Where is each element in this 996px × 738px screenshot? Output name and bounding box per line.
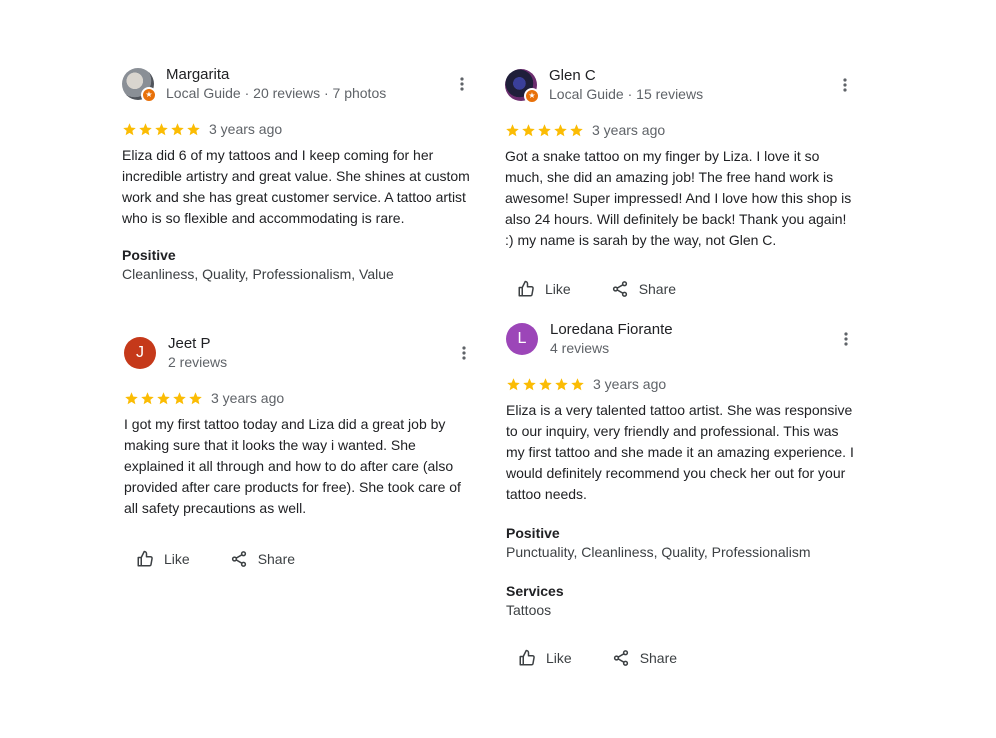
more-options-icon[interactable] <box>454 343 474 363</box>
local-guide-badge-icon: ★ <box>141 87 157 103</box>
review-header: ★ Glen C Local Guide · 15 reviews <box>505 67 855 109</box>
star-icon <box>522 123 535 136</box>
star-icon <box>141 391 154 404</box>
reviewer-name[interactable]: Margarita <box>166 66 229 83</box>
star-icon <box>173 391 186 404</box>
star-icon <box>139 122 152 135</box>
avatar-letter: L <box>517 330 527 347</box>
star-icon <box>571 377 584 390</box>
more-options-icon[interactable] <box>452 74 472 94</box>
share-label: Share <box>257 551 296 567</box>
share-label: Share <box>639 650 678 666</box>
review-card-glen-c: ★ Glen C Local Guide · 15 reviews 3 year… <box>505 67 855 301</box>
reviewer-meta: Local Guide · 20 reviews · 7 photos <box>166 85 387 101</box>
positive-label: Positive <box>122 247 176 263</box>
review-date: 3 years ago <box>209 121 283 137</box>
positive-value: Punctuality, Cleanliness, Quality, Profe… <box>506 544 811 560</box>
like-button[interactable]: Like <box>505 277 583 301</box>
like-button[interactable]: Like <box>124 547 202 571</box>
positive-attributes: Positive Punctuality, Cleanliness, Quali… <box>506 524 856 562</box>
services-value: Tattoos <box>506 602 552 618</box>
star-rating <box>122 122 201 137</box>
thumbs-up-icon <box>519 649 535 666</box>
like-label: Like <box>545 281 571 297</box>
positive-label: Positive <box>506 525 560 541</box>
review-date: 3 years ago <box>593 376 667 392</box>
star-icon <box>523 377 536 390</box>
star-rating <box>506 377 585 392</box>
star-icon <box>570 123 583 136</box>
star-rating <box>124 391 203 406</box>
review-text: Got a snake tattoo on my finger by Liza.… <box>505 148 852 248</box>
thumbs-up-icon <box>137 550 153 567</box>
more-options-icon[interactable] <box>836 329 856 349</box>
thumbs-up-icon <box>518 280 534 297</box>
share-label: Share <box>638 281 677 297</box>
share-icon <box>231 551 246 567</box>
star-icon <box>189 391 202 404</box>
share-button[interactable]: Share <box>218 547 307 571</box>
local-guide-badge-icon: ★ <box>524 88 540 104</box>
review-header: ★ Margarita Local Guide · 20 reviews · 7… <box>122 66 472 108</box>
reviewer-meta: 2 reviews <box>168 354 228 370</box>
services-attributes: Services Tattoos <box>506 582 856 620</box>
reviewer-name[interactable]: Glen C <box>549 67 596 84</box>
star-icon <box>554 123 567 136</box>
star-icon <box>506 123 519 136</box>
reviewer-meta: Local Guide · 15 reviews <box>549 86 704 102</box>
review-text: Eliza did 6 of my tattoos and I keep com… <box>122 147 470 226</box>
review-card-margarita: ★ Margarita Local Guide · 20 reviews · 7… <box>122 66 472 284</box>
reviewer-meta: 4 reviews <box>550 340 610 356</box>
share-icon <box>613 650 628 666</box>
share-icon <box>612 281 627 297</box>
star-icon <box>157 391 170 404</box>
review-text: Eliza is a very talented tattoo artist. … <box>506 402 854 502</box>
star-icon <box>125 391 138 404</box>
share-button[interactable]: Share <box>600 646 689 670</box>
star-icon <box>171 122 184 135</box>
services-label: Services <box>506 583 564 599</box>
star-icon <box>123 122 136 135</box>
review-actions: Like Share <box>124 547 474 571</box>
star-icon <box>539 377 552 390</box>
rating-row: 3 years ago <box>122 120 472 138</box>
like-label: Like <box>546 650 572 666</box>
rating-row: 3 years ago <box>124 389 474 407</box>
avatar[interactable]: L <box>506 323 538 355</box>
star-rating <box>505 123 584 138</box>
avatar[interactable]: J <box>124 337 156 369</box>
review-text: I got my first tattoo today and Liza did… <box>124 416 461 516</box>
star-icon <box>187 122 200 135</box>
review-date: 3 years ago <box>211 390 285 406</box>
review-actions: Like Share <box>505 277 855 301</box>
review-header: J Jeet P 2 reviews <box>124 335 474 377</box>
reviewer-name[interactable]: Jeet P <box>168 335 211 352</box>
avatar[interactable]: ★ <box>122 68 157 103</box>
review-actions: Like Share <box>506 646 856 670</box>
review-header: L Loredana Fiorante 4 reviews <box>506 321 856 363</box>
positive-value: Cleanliness, Quality, Professionalism, V… <box>122 266 394 282</box>
review-card-jeet-p: J Jeet P 2 reviews 3 years ago I got my … <box>124 335 474 571</box>
star-icon <box>538 123 551 136</box>
reviewer-name[interactable]: Loredana Fiorante <box>550 321 673 338</box>
review-date: 3 years ago <box>592 122 666 138</box>
like-label: Like <box>164 551 190 567</box>
star-icon <box>507 377 520 390</box>
rating-row: 3 years ago <box>505 121 855 139</box>
positive-attributes: Positive Cleanliness, Quality, Professio… <box>122 246 472 284</box>
share-button[interactable]: Share <box>599 277 688 301</box>
rating-row: 3 years ago <box>506 375 856 393</box>
avatar-letter: J <box>136 344 144 361</box>
star-icon <box>555 377 568 390</box>
more-options-icon[interactable] <box>835 75 855 95</box>
review-card-loredana-fiorante: L Loredana Fiorante 4 reviews 3 years ag… <box>506 321 856 670</box>
like-button[interactable]: Like <box>506 646 584 670</box>
star-icon <box>155 122 168 135</box>
avatar[interactable]: ★ <box>505 69 540 104</box>
